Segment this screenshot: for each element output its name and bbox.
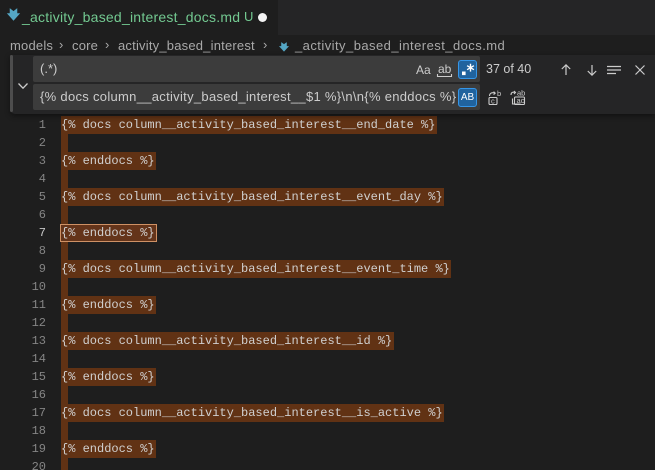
svg-text:b: b (497, 89, 501, 98)
svg-text:ac: ac (517, 96, 525, 105)
svg-text:ab: ab (438, 62, 452, 76)
svg-text:c: c (491, 96, 495, 105)
